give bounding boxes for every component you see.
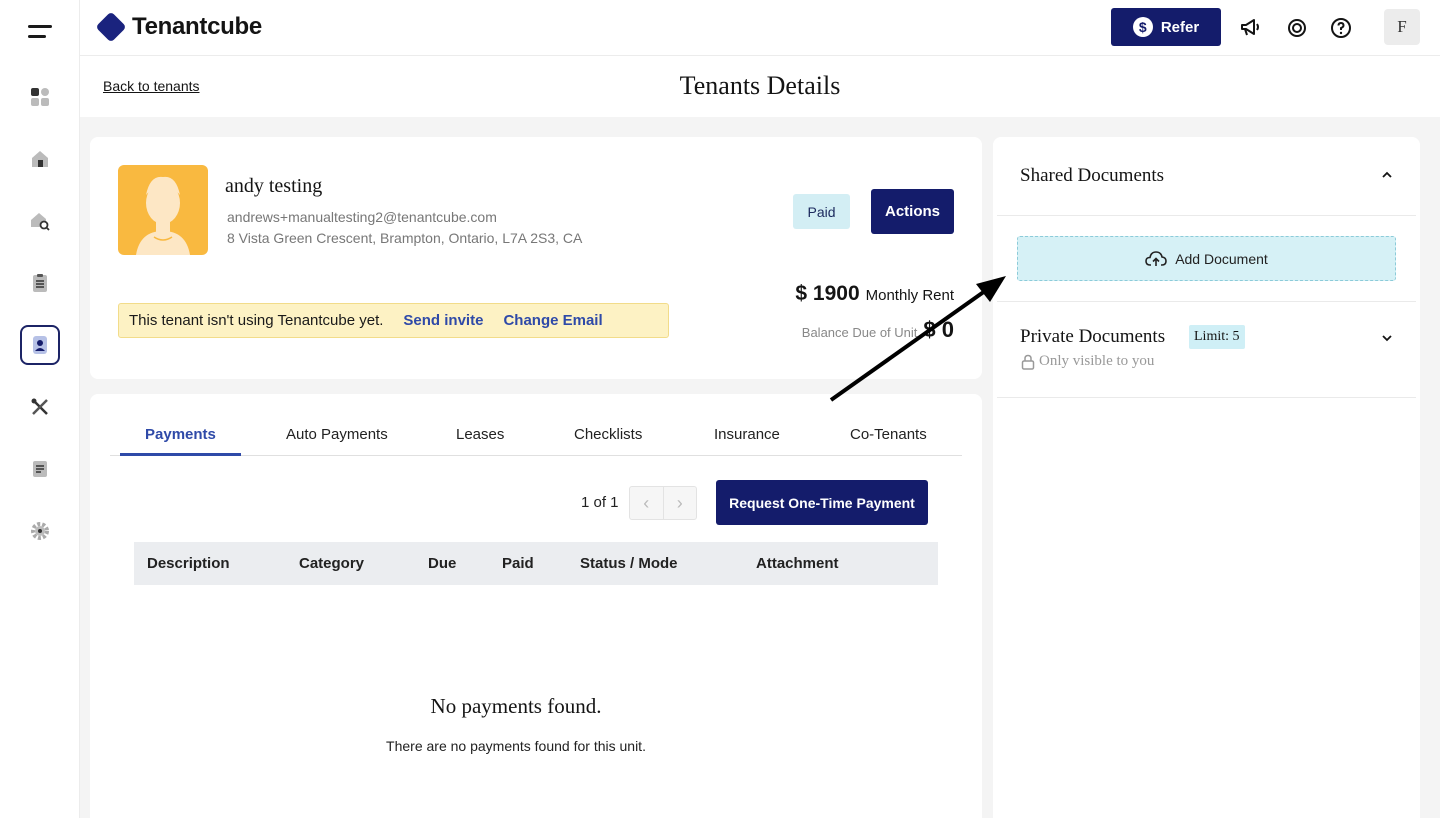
- status-badge: Paid: [793, 194, 850, 229]
- top-bar: Tenantcube $ Refer F: [80, 0, 1440, 56]
- cloud-upload-icon: [1145, 250, 1167, 266]
- user-avatar[interactable]: F: [1384, 9, 1420, 45]
- send-invite-link[interactable]: Send invite: [403, 312, 483, 329]
- payments-card: Payments Auto Payments Leases Checklists…: [90, 394, 982, 818]
- divider: [997, 215, 1416, 216]
- sidebar-item-maintenance[interactable]: [20, 387, 60, 427]
- chevron-up-icon[interactable]: [1380, 168, 1394, 182]
- chevron-right-icon[interactable]: ›: [664, 487, 697, 519]
- main-content: andy testing andrews+manualtesting2@tena…: [80, 117, 1440, 818]
- refer-label: Refer: [1160, 18, 1200, 36]
- tenant-card: andy testing andrews+manualtesting2@tena…: [90, 137, 982, 379]
- app-root: Tenantcube $ Refer F Tenants Details Bac…: [0, 0, 1440, 818]
- tab-checklists[interactable]: Checklists: [574, 426, 642, 443]
- sidebar-item-properties[interactable]: [20, 139, 60, 179]
- balance-label: Balance Due of Unit: [801, 325, 918, 340]
- brand-logo[interactable]: Tenantcube: [95, 11, 262, 43]
- notice-text: This tenant isn't using Tenantcube yet.: [129, 312, 384, 329]
- tools-icon: [31, 398, 48, 415]
- divider: [997, 397, 1416, 398]
- page-title: Tenants Details: [679, 71, 841, 100]
- balance-due: Balance Due of Unit $ 0: [802, 317, 954, 343]
- tenant-address: 8 Vista Green Crescent, Brampton, Ontari…: [227, 230, 583, 246]
- limit-badge: Limit: 5: [1189, 325, 1245, 349]
- house-search-icon: [31, 213, 50, 231]
- column-category[interactable]: Category: [299, 555, 364, 572]
- add-document-button[interactable]: Add Document: [1017, 236, 1396, 281]
- tab-auto-payments[interactable]: Auto Payments: [286, 426, 388, 443]
- monthly-rent: $ 1900 Monthly Rent: [795, 282, 954, 306]
- private-note: Only visible to you: [1021, 353, 1154, 370]
- brand-name: Tenantcube: [132, 13, 262, 40]
- balance-amount: $ 0: [923, 317, 954, 342]
- column-attachment[interactable]: Attachment: [756, 555, 839, 572]
- tenant-email: andrews+manualtesting2@tenantcube.com: [227, 209, 497, 225]
- support-icon[interactable]: [1285, 16, 1309, 40]
- sidebar: [0, 0, 80, 818]
- column-due[interactable]: Due: [428, 555, 456, 572]
- sidebar-item-documents[interactable]: [20, 449, 60, 489]
- tenant-tabs: Payments Auto Payments Leases Checklists…: [110, 416, 962, 456]
- active-tab-indicator: [120, 453, 241, 456]
- help-icon[interactable]: [1329, 16, 1353, 40]
- dollar-icon: $: [1132, 17, 1153, 37]
- chevron-left-icon[interactable]: ‹: [630, 487, 664, 519]
- empty-state-title: No payments found.: [430, 694, 602, 718]
- tenant-name: andy testing: [225, 175, 323, 197]
- lock-icon: [1021, 354, 1035, 370]
- pagination-text: 1 of 1: [581, 494, 619, 511]
- chevron-down-icon[interactable]: [1380, 331, 1394, 345]
- shared-documents-title[interactable]: Shared Documents: [1020, 165, 1164, 187]
- rent-amount: $ 1900: [795, 282, 860, 305]
- gear-icon: [31, 522, 49, 540]
- tab-co-tenants[interactable]: Co-Tenants: [850, 426, 927, 443]
- menu-icon[interactable]: [28, 22, 52, 40]
- dashboard-icon: [31, 88, 49, 106]
- sidebar-item-settings[interactable]: [20, 511, 60, 551]
- tab-leases[interactable]: Leases: [456, 426, 504, 443]
- column-description[interactable]: Description: [147, 555, 230, 572]
- house-icon: [32, 151, 48, 167]
- clipboard-icon: [33, 274, 47, 292]
- sidebar-item-tenants[interactable]: [20, 325, 60, 365]
- empty-state-subtitle: There are no payments found for this uni…: [386, 738, 646, 754]
- person-placeholder-icon: [136, 176, 190, 255]
- change-email-link[interactable]: Change Email: [503, 312, 602, 329]
- column-paid[interactable]: Paid: [502, 555, 534, 572]
- tenant-avatar: [118, 165, 208, 255]
- back-to-tenants-link[interactable]: Back to tenants: [103, 78, 200, 94]
- tab-payments[interactable]: Payments: [145, 426, 216, 443]
- sidebar-item-applications[interactable]: [20, 263, 60, 303]
- tab-insurance[interactable]: Insurance: [714, 426, 780, 443]
- private-note-text: Only visible to you: [1039, 353, 1155, 369]
- request-payment-button[interactable]: Request One-Time Payment: [716, 480, 928, 525]
- tenant-icon: [33, 336, 47, 354]
- refer-button[interactable]: $ Refer: [1111, 8, 1221, 46]
- divider: [997, 301, 1416, 302]
- page-header: Tenants Details Back to tenants: [80, 57, 1440, 117]
- document-icon: [33, 461, 47, 477]
- add-document-label: Add Document: [1175, 250, 1268, 267]
- pagination-controls: ‹ ›: [629, 486, 697, 520]
- actions-button[interactable]: Actions: [871, 189, 954, 234]
- private-documents-title[interactable]: Private Documents: [1020, 326, 1165, 348]
- invite-notice: This tenant isn't using Tenantcube yet. …: [118, 303, 669, 338]
- payments-table-header: Description Category Due Paid Status / M…: [134, 542, 938, 585]
- logo-icon: [95, 11, 127, 43]
- column-status-mode[interactable]: Status / Mode: [580, 555, 678, 572]
- documents-card: Shared Documents Add Document Private Do…: [993, 137, 1420, 818]
- rent-label: Monthly Rent: [865, 287, 954, 304]
- sidebar-item-listings[interactable]: [20, 201, 60, 241]
- sidebar-item-dashboard[interactable]: [20, 77, 60, 117]
- megaphone-icon[interactable]: [1238, 16, 1262, 40]
